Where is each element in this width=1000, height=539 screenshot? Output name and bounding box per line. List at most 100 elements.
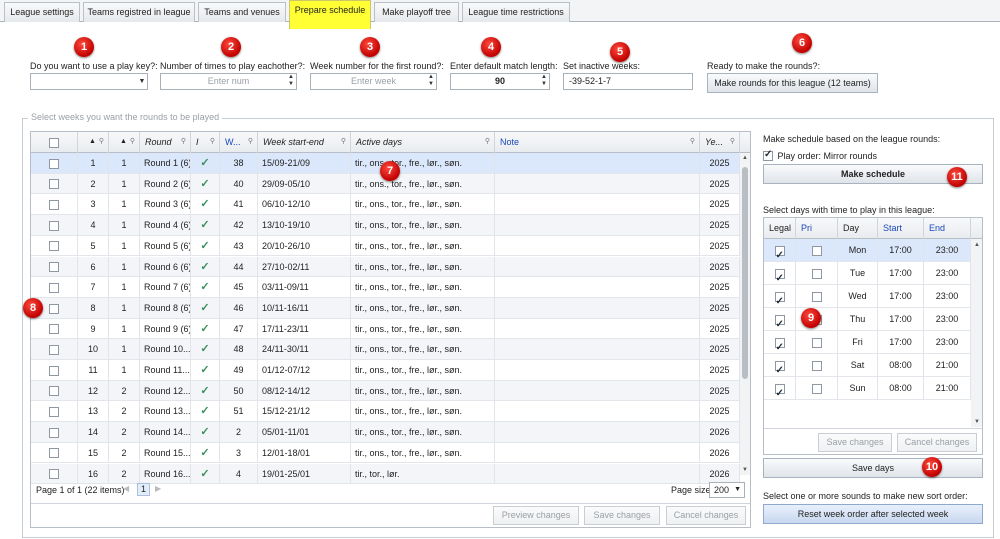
reset-week-order-button[interactable]: Reset week order after selected week — [763, 504, 983, 524]
legal-cell[interactable] — [764, 239, 796, 262]
row-checkbox[interactable] — [49, 262, 59, 273]
scroll-thumb[interactable] — [742, 167, 748, 379]
row-select-cell[interactable] — [31, 235, 78, 257]
cancel-changes-button[interactable]: Cancel changes — [666, 506, 746, 525]
day-row[interactable]: Mon17:0023:00 — [764, 239, 971, 262]
active-days-cell[interactable]: tir., ons., tor., fre., lør., søn. — [351, 173, 495, 195]
start-cell[interactable]: 17:00 — [878, 262, 924, 285]
tab-make-playoff-tree[interactable]: Make playoff tree — [374, 2, 459, 22]
next-page-icon[interactable]: ▶ — [155, 484, 161, 493]
legal-checkbox[interactable] — [774, 244, 785, 262]
active-days-header[interactable]: Active days ⚲ — [351, 132, 495, 153]
day-row[interactable]: Wed17:0023:00 — [764, 285, 971, 308]
day-row[interactable]: Fri17:0023:00 — [764, 331, 971, 354]
pri-cell[interactable] — [796, 331, 838, 354]
row-select-cell[interactable] — [31, 380, 78, 402]
pri-checkbox[interactable] — [811, 291, 822, 302]
days-save-changes-button[interactable]: Save changes — [818, 433, 892, 452]
row-select-cell[interactable] — [31, 153, 78, 174]
filter-icon[interactable]: ⚲ — [210, 132, 215, 152]
table-row[interactable]: 6 1 Round 6 (6) ✓ 44 27/10-02/11 tir., ons., t… — [31, 256, 740, 278]
row-select-cell[interactable] — [31, 463, 78, 485]
scroll-down-icon[interactable]: ▼ — [974, 419, 980, 425]
legal-checkbox[interactable] — [774, 336, 785, 354]
times-input[interactable]: Enter num ▲ ▼ — [160, 73, 297, 90]
active-days-cell[interactable]: tir., ons., tor., fre., lør., søn. — [351, 256, 495, 278]
select-all-header[interactable] — [31, 132, 78, 153]
rounds-scrollbar[interactable]: ▲ ▼ — [740, 153, 750, 475]
active-days-cell[interactable]: tir., tor., lør. — [351, 463, 495, 485]
pri-cell[interactable] — [796, 354, 838, 377]
end-cell[interactable]: 23:00 — [924, 239, 971, 262]
end-header[interactable]: End — [924, 218, 971, 239]
tab-league-time-restrictions[interactable]: League time restrictions — [462, 2, 570, 22]
row-checkbox[interactable] — [49, 407, 59, 418]
filter-icon[interactable]: ⚲ — [485, 132, 490, 152]
table-row[interactable]: 12 2 Round 12... ✓ 50 08/12-14/12 tir., ons., … — [31, 380, 740, 402]
row-checkbox[interactable] — [49, 282, 59, 293]
table-row[interactable]: 3 1 Round 3 (6) ✓ 41 06/10-12/10 tir., ons., t… — [31, 194, 740, 216]
save-days-button[interactable]: Save days — [763, 458, 983, 478]
row-select-cell[interactable] — [31, 194, 78, 216]
start-cell[interactable]: 08:00 — [878, 377, 924, 400]
end-cell[interactable]: 23:00 — [924, 308, 971, 331]
pri-cell[interactable] — [796, 285, 838, 308]
row-checkbox[interactable] — [49, 365, 59, 376]
year-header[interactable]: Ye... ⚲ — [700, 132, 740, 153]
note-cell[interactable] — [495, 318, 700, 340]
preview-changes-button[interactable]: Preview changes — [493, 506, 579, 525]
table-row[interactable]: 7 1 Round 7 (6) ✓ 45 03/11-09/11 tir., ons., t… — [31, 277, 740, 298]
legal-cell[interactable] — [764, 308, 796, 331]
pri-header[interactable]: Pri — [796, 218, 838, 239]
inactive-weeks-input[interactable]: -39-52-1-7 — [563, 73, 693, 90]
scroll-down-icon[interactable]: ▼ — [742, 467, 748, 473]
table-row[interactable]: 11 1 Round 11... ✓ 49 01/12-07/12 tir., ons., … — [31, 360, 740, 381]
note-cell[interactable] — [495, 442, 700, 464]
days-scrollbar[interactable]: ▲ ▼ — [971, 239, 982, 427]
start-cell[interactable]: 17:00 — [878, 308, 924, 331]
start-cell[interactable]: 08:00 — [878, 354, 924, 377]
row-select-cell[interactable] — [31, 360, 78, 381]
table-row[interactable]: 14 2 Round 14... ✓ 2 05/01-11/01 tir., ons., t… — [31, 422, 740, 443]
scroll-up-icon[interactable]: ▲ — [974, 242, 980, 248]
active-days-cell[interactable]: tir., ons., tor., fre., lør., søn. — [351, 401, 495, 423]
table-row[interactable]: 4 1 Round 4 (6) ✓ 42 13/10-19/10 tir., ons., t… — [31, 215, 740, 236]
active-days-cell[interactable]: tir., ons., tor., fre., lør., søn. — [351, 297, 495, 319]
note-cell[interactable] — [495, 463, 700, 485]
row-select-cell[interactable] — [31, 442, 78, 464]
note-header[interactable]: Note ⚲ — [495, 132, 700, 153]
note-cell[interactable] — [495, 173, 700, 195]
filter-icon[interactable]: ⚲ — [341, 132, 346, 152]
active-days-cell[interactable]: tir., ons., tor., fre., lør., søn. — [351, 215, 495, 236]
row-select-cell[interactable] — [31, 401, 78, 423]
legal-header[interactable]: Legal — [764, 218, 796, 239]
note-cell[interactable] — [495, 339, 700, 360]
spinner-icon[interactable]: ▲ ▼ — [539, 74, 549, 89]
legal-cell[interactable] — [764, 331, 796, 354]
days-cancel-changes-button[interactable]: Cancel changes — [897, 433, 977, 452]
note-cell[interactable] — [495, 360, 700, 381]
make-rounds-button[interactable]: Make rounds for this league (12 teams) — [707, 73, 878, 93]
legal-checkbox[interactable] — [774, 359, 785, 377]
filter-icon[interactable]: ⚲ — [181, 132, 186, 152]
pri-checkbox[interactable] — [811, 360, 822, 371]
tab-teams-and-venues[interactable]: Teams and venues — [198, 2, 286, 22]
spinner-icon[interactable]: ▲ ▼ — [426, 74, 436, 89]
row-checkbox[interactable] — [49, 200, 59, 211]
active-days-cell[interactable]: tir., ons., tor., fre., lør., søn. — [351, 360, 495, 381]
row-select-cell[interactable] — [31, 256, 78, 278]
table-row[interactable]: 10 1 Round 10... ✓ 48 24/11-30/11 tir., ons., … — [31, 339, 740, 360]
tab-league-settings[interactable]: League settings — [4, 2, 80, 22]
pri-checkbox[interactable] — [811, 268, 822, 279]
week-header[interactable]: W... ⚲ — [220, 132, 258, 153]
row-select-cell[interactable] — [31, 422, 78, 443]
scroll-up-icon[interactable]: ▲ — [742, 155, 748, 161]
end-cell[interactable]: 23:00 — [924, 262, 971, 285]
table-row[interactable]: 13 2 Round 13... ✓ 51 15/12-21/12 tir., ons., … — [31, 401, 740, 423]
row-checkbox[interactable] — [49, 303, 59, 314]
sort-col-a-header[interactable]: ▲ ⚲ — [78, 132, 109, 153]
row-select-cell[interactable] — [31, 318, 78, 340]
note-cell[interactable] — [495, 153, 700, 174]
note-cell[interactable] — [495, 401, 700, 423]
row-checkbox[interactable] — [49, 469, 59, 480]
